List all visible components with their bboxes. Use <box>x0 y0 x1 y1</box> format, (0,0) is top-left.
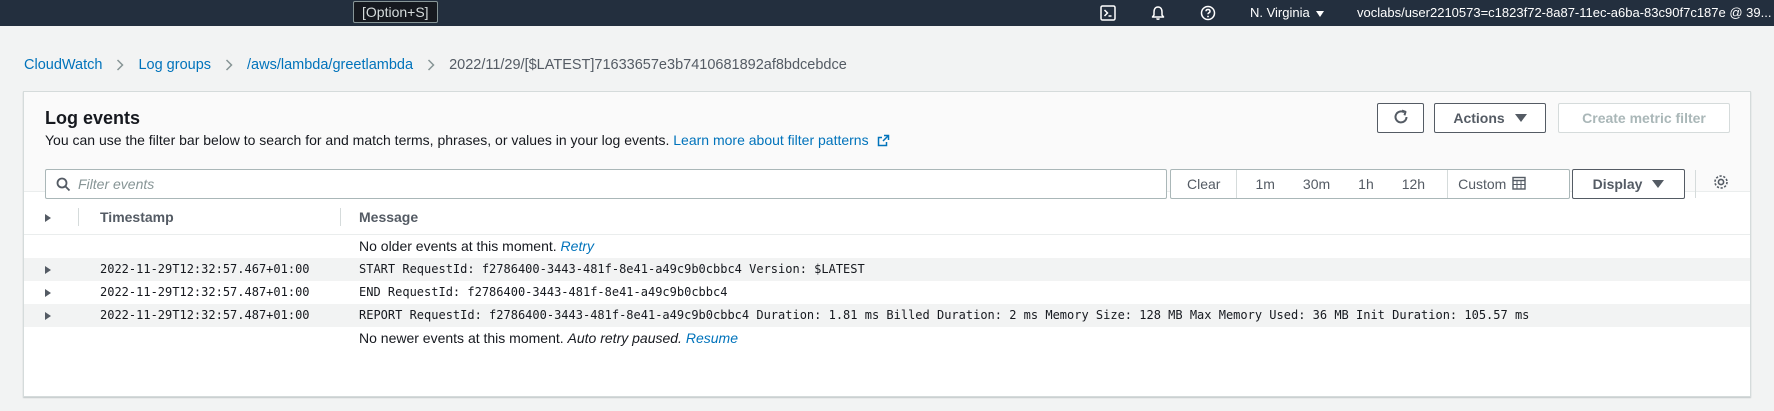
log-events-list: No older events at this moment. Retry 20… <box>24 235 1750 350</box>
toolbar-divider <box>1695 170 1696 198</box>
row-message: END RequestId: f2786400-3443-481f-8e41-a… <box>359 285 728 299</box>
search-shortcut-hint[interactable]: [Option+S] <box>353 1 438 23</box>
bell-icon[interactable] <box>1148 3 1168 23</box>
refresh-icon <box>1392 108 1410 129</box>
create-metric-filter-label: Create metric filter <box>1582 110 1706 126</box>
range-30m[interactable]: 30m <box>1287 170 1342 198</box>
column-divider[interactable] <box>78 208 79 226</box>
display-button[interactable]: Display <box>1572 169 1685 199</box>
learn-more-link[interactable]: Learn more about filter patterns <box>673 132 868 148</box>
chevron-right-icon <box>116 59 125 71</box>
newer-events-notice: No newer events at this moment. Auto ret… <box>24 327 1750 350</box>
caret-down-icon <box>1514 114 1527 122</box>
expand-icon <box>45 265 51 274</box>
range-custom[interactable]: Custom <box>1447 170 1536 198</box>
expand-icon <box>45 288 51 297</box>
region-label: N. Virginia <box>1250 5 1310 20</box>
display-label: Display <box>1592 176 1643 192</box>
time-range-selector: Clear 1m 30m 1h 12h Custom <box>1170 169 1570 199</box>
row-expand-toggle[interactable] <box>45 304 51 327</box>
range-1h[interactable]: 1h <box>1342 170 1386 198</box>
expand-all-toggle[interactable] <box>45 199 51 235</box>
table-row[interactable]: 2022-11-29T12:32:57.467+01:00 START Requ… <box>24 258 1750 281</box>
chevron-down-icon <box>1315 10 1324 17</box>
column-divider[interactable] <box>340 208 341 226</box>
retry-link[interactable]: Retry <box>561 238 594 254</box>
refresh-button[interactable] <box>1377 103 1424 133</box>
row-timestamp: 2022-11-29T12:32:57.467+01:00 <box>100 262 310 276</box>
older-notice-text: No older events at this moment. <box>359 238 557 254</box>
breadcrumb: CloudWatch Log groups /aws/lambda/greetl… <box>24 54 847 76</box>
table-row[interactable]: 2022-11-29T12:32:57.487+01:00 END Reques… <box>24 281 1750 304</box>
chevron-right-icon <box>225 59 233 71</box>
range-1m[interactable]: 1m <box>1237 170 1286 198</box>
row-expand-toggle[interactable] <box>45 258 51 281</box>
column-header-timestamp[interactable]: Timestamp <box>100 199 174 235</box>
clear-range-button[interactable]: Clear <box>1171 170 1238 198</box>
expand-icon <box>45 214 51 222</box>
search-icon <box>56 177 71 197</box>
range-12h[interactable]: 12h <box>1386 170 1437 198</box>
filter-events-input[interactable] <box>78 174 1158 194</box>
external-link-icon[interactable] <box>877 134 890 150</box>
row-message: START RequestId: f2786400-3443-481f-8e41… <box>359 262 865 276</box>
auto-retry-status: Auto retry paused. <box>567 330 682 346</box>
breadcrumb-cloudwatch[interactable]: CloudWatch <box>24 57 102 73</box>
top-navigation-bar: [Option+S] N. Virginia voclabs/user22105… <box>0 0 1774 26</box>
help-icon[interactable] <box>1198 3 1218 23</box>
caret-down-icon <box>1652 180 1665 188</box>
calendar-icon <box>1512 176 1527 193</box>
row-timestamp: 2022-11-29T12:32:57.487+01:00 <box>100 285 310 299</box>
settings-gear-button[interactable] <box>1710 173 1732 195</box>
range-custom-label: Custom <box>1458 176 1507 192</box>
gear-icon <box>1712 173 1730 196</box>
page-title: Log events <box>45 108 141 128</box>
column-header-message[interactable]: Message <box>359 199 418 235</box>
breadcrumb-current-stream: 2022/11/29/[$LATEST]71633657e3b741068189… <box>449 57 847 73</box>
breadcrumb-log-group[interactable]: /aws/lambda/greetlambda <box>247 57 413 73</box>
row-message: REPORT RequestId: f2786400-3443-481f-8e4… <box>359 308 1530 322</box>
resume-link[interactable]: Resume <box>686 330 738 346</box>
expand-icon <box>45 311 51 320</box>
newer-notice-text: No newer events at this moment. <box>359 330 564 346</box>
actions-label: Actions <box>1453 110 1505 126</box>
breadcrumb-log-groups[interactable]: Log groups <box>138 57 211 73</box>
table-row[interactable]: 2022-11-29T12:32:57.487+01:00 REPORT Req… <box>24 304 1750 327</box>
table-header: Timestamp Message <box>24 199 1750 235</box>
description-text: You can use the filter bar below to sear… <box>45 132 670 148</box>
filter-events-field[interactable] <box>45 169 1167 199</box>
region-selector[interactable]: N. Virginia <box>1250 0 1324 26</box>
create-metric-filter-button[interactable]: Create metric filter <box>1558 103 1730 133</box>
cloudshell-icon[interactable] <box>1098 3 1118 23</box>
chevron-right-icon <box>427 59 435 71</box>
account-menu[interactable]: voclabs/user2210573=c1823f72-8a87-11ec-a… <box>1357 0 1774 26</box>
row-expand-toggle[interactable] <box>45 281 51 304</box>
log-events-panel: Log events You can use the filter bar be… <box>23 91 1751 397</box>
account-label: voclabs/user2210573=c1823f72-8a87-11ec-a… <box>1357 5 1772 20</box>
actions-button[interactable]: Actions <box>1434 103 1546 133</box>
panel-description: You can use the filter bar below to sear… <box>45 132 890 150</box>
older-events-notice: No older events at this moment. Retry <box>24 235 1750 258</box>
row-timestamp: 2022-11-29T12:32:57.487+01:00 <box>100 308 310 322</box>
